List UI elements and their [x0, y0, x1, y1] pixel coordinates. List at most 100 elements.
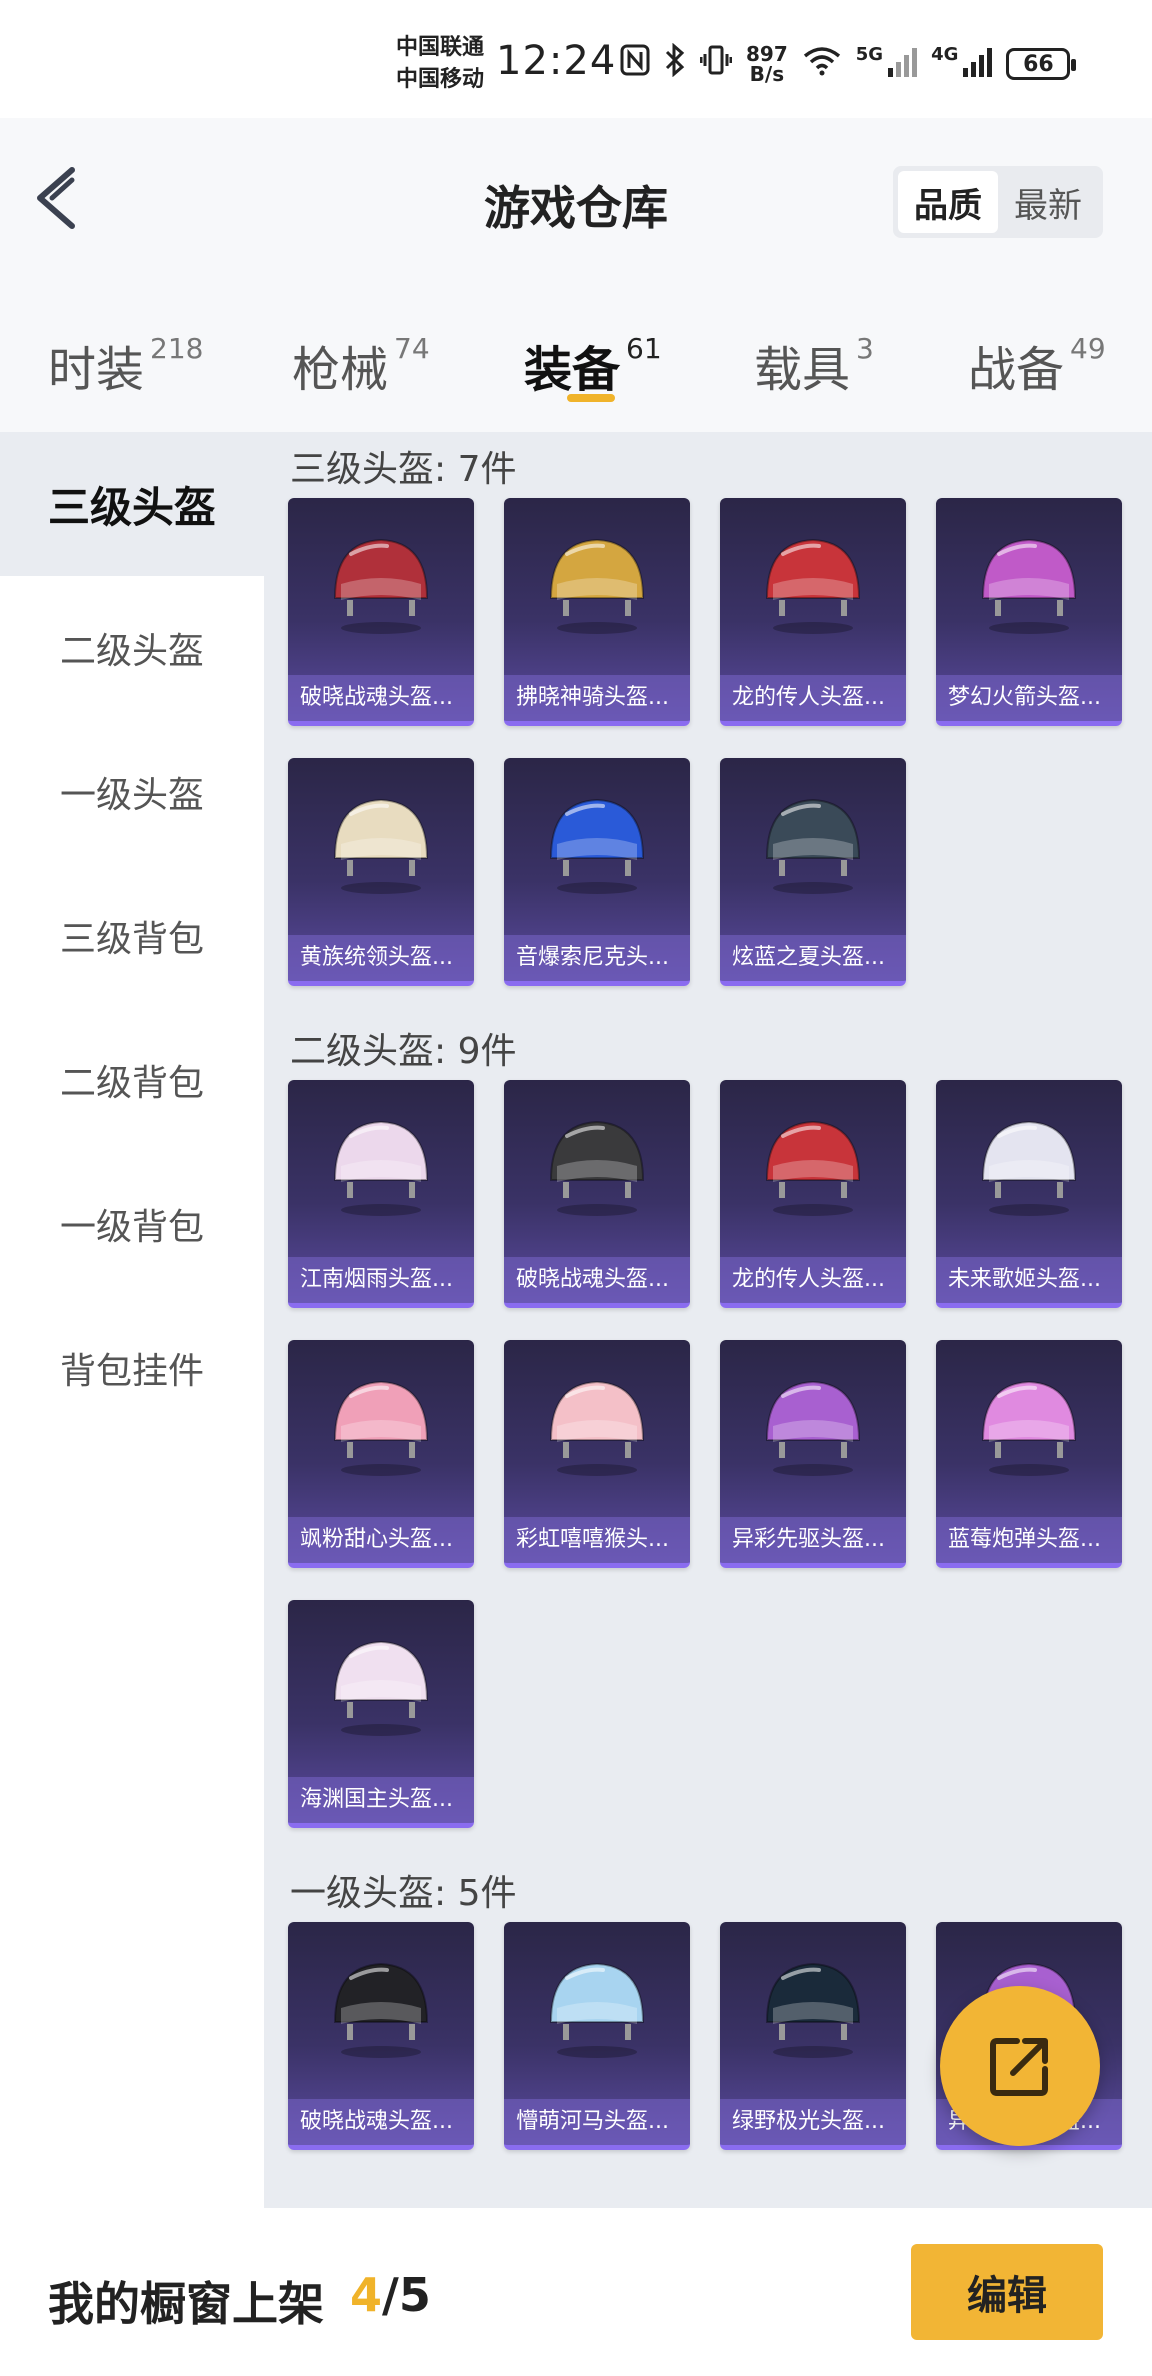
status-time: 12:24	[496, 38, 617, 84]
signal-4g-icon	[962, 46, 993, 82]
helmet-icon	[765, 1962, 861, 2058]
item-card[interactable]: 未来歌姬头盔...	[936, 1080, 1122, 1308]
tab-count: 49	[1070, 332, 1106, 365]
item-card[interactable]: 黄族统领头盔...	[288, 758, 474, 986]
item-name: 梦幻火箭头盔...	[936, 675, 1122, 721]
tab-label: 时装	[48, 342, 145, 398]
nfc-icon	[620, 44, 650, 84]
item-card[interactable]: 异彩先驱头盔...	[720, 1340, 906, 1568]
item-name: 破晓战魂头盔...	[288, 675, 474, 721]
item-name: 海渊国主头盔...	[288, 1777, 474, 1823]
item-name: 炫蓝之夏头盔...	[720, 935, 906, 981]
item-card[interactable]: 龙的传人头盔...	[720, 1080, 906, 1308]
item-card[interactable]: 破晓战魂头盔...	[288, 498, 474, 726]
sidebar-item-level2-helmet[interactable]: 二级头盔	[0, 576, 264, 720]
item-card[interactable]: 拂晓神骑头盔...	[504, 498, 690, 726]
helmet-icon	[765, 1120, 861, 1216]
net-speed: 897 B/s	[746, 44, 788, 84]
net-5g-label: 5G	[855, 44, 884, 65]
tab-label: 战备	[968, 342, 1065, 398]
item-card[interactable]: 破晓战魂头盔...	[288, 1922, 474, 2150]
tab-fashion[interactable]: 时装 218	[48, 330, 203, 400]
item-card[interactable]: 彩虹嘻嘻猴头...	[504, 1340, 690, 1568]
helmet-icon	[981, 1120, 1077, 1216]
item-card[interactable]: 龙的传人头盔...	[720, 498, 906, 726]
item-name: 黄族统领头盔...	[288, 935, 474, 981]
item-card[interactable]: 懵萌河马头盔...	[504, 1922, 690, 2150]
item-name: 江南烟雨头盔...	[288, 1257, 474, 1303]
sort-newest-button[interactable]: 最新	[998, 171, 1098, 233]
battery-indicator: 66	[1006, 48, 1077, 80]
tab-label: 载具	[754, 342, 851, 398]
item-card[interactable]: 绿野极光头盔...	[720, 1922, 906, 2150]
helmet-icon	[549, 1120, 645, 1216]
helmet-icon	[549, 1380, 645, 1476]
sidebar-item-level2-backpack[interactable]: 二级背包	[0, 1008, 264, 1152]
tab-label: 枪械	[292, 342, 389, 398]
tab-vehicles[interactable]: 载具 3	[754, 330, 874, 400]
item-name: 飒粉甜心头盔...	[288, 1517, 474, 1563]
helmet-icon	[333, 538, 429, 634]
edit-button[interactable]: 编辑	[911, 2244, 1103, 2340]
section-title: 二级头盔: 9件	[290, 1031, 517, 1072]
carrier-1: 中国联通	[396, 35, 485, 60]
sidebar-item-backpack-charm[interactable]: 背包挂件	[0, 1296, 264, 1440]
item-name: 绿野极光头盔...	[720, 2099, 906, 2145]
sidebar-item-level3-backpack[interactable]: 三级背包	[0, 864, 264, 1008]
carrier-2: 中国移动	[396, 67, 485, 92]
item-name: 龙的传人头盔...	[720, 1257, 906, 1303]
item-card[interactable]: 音爆索尼克头...	[504, 758, 690, 986]
helmet-icon	[549, 1962, 645, 2058]
item-name: 异彩先驱头盔...	[720, 1517, 906, 1563]
share-icon	[990, 2038, 1048, 2096]
showcase-count: 4/5	[350, 2268, 431, 2322]
item-card[interactable]: 破晓战魂头盔...	[504, 1080, 690, 1308]
tab-count: 74	[394, 332, 430, 365]
signal-5g-icon	[887, 46, 918, 82]
bluetooth-icon	[664, 42, 686, 85]
status-icons: 897 B/s 5G 4G 66	[620, 40, 1077, 88]
net-speed-unit: B/s	[749, 62, 785, 86]
tab-supplies[interactable]: 战备 49	[968, 330, 1106, 400]
bottom-bar: 我的橱窗上架 4/5 编辑	[0, 2208, 1152, 2376]
item-name: 未来歌姬头盔...	[936, 1257, 1122, 1303]
item-name: 蓝莓炮弹头盔...	[936, 1517, 1122, 1563]
sidebar: 三级头盔 二级头盔 一级头盔 三级背包 二级背包 一级背包 背包挂件	[0, 432, 264, 2208]
item-card[interactable]: 江南烟雨头盔...	[288, 1080, 474, 1308]
showcase-current: 4	[350, 2268, 383, 2322]
section-title: 一级头盔: 5件	[290, 1873, 517, 1914]
helmet-icon	[765, 1380, 861, 1476]
item-name: 龙的传人头盔...	[720, 675, 906, 721]
helmet-icon	[333, 1962, 429, 2058]
tab-count: 218	[150, 332, 204, 365]
helmet-icon	[333, 1120, 429, 1216]
showcase-total: /5	[382, 2268, 431, 2322]
item-grid: 三级头盔: 7件破晓战魂头盔... 拂晓神骑头盔... 龙的传人头盔... 梦幻火箭头…	[264, 432, 1152, 2208]
helmet-icon	[549, 538, 645, 634]
helmet-icon	[333, 1380, 429, 1476]
active-tab-indicator	[567, 394, 615, 402]
tab-count: 61	[626, 332, 662, 365]
helmet-icon	[333, 1640, 429, 1736]
sidebar-item-level1-helmet[interactable]: 一级头盔	[0, 720, 264, 864]
item-card[interactable]: 海渊国主头盔...	[288, 1600, 474, 1828]
item-name: 懵萌河马头盔...	[504, 2099, 690, 2145]
item-card[interactable]: 炫蓝之夏头盔...	[720, 758, 906, 986]
page-header: 游戏仓库 品质 最新	[0, 118, 1152, 290]
sidebar-item-level1-backpack[interactable]: 一级背包	[0, 1152, 264, 1296]
tab-guns[interactable]: 枪械 74	[292, 330, 430, 400]
item-name: 破晓战魂头盔...	[288, 2099, 474, 2145]
status-bar: 中国联通 中国移动 12:24 897 B/s 5G 4G 66	[0, 0, 1152, 118]
item-card[interactable]: 梦幻火箭头盔...	[936, 498, 1122, 726]
section-title: 三级头盔: 7件	[290, 449, 517, 490]
tab-equipment[interactable]: 装备 61	[524, 330, 662, 400]
sort-quality-button[interactable]: 品质	[898, 171, 998, 233]
tab-label: 装备	[524, 342, 621, 398]
showcase-label: 我的橱窗上架	[48, 2277, 324, 2331]
sidebar-item-level3-helmet[interactable]: 三级头盔	[0, 432, 264, 576]
helmet-icon	[981, 538, 1077, 634]
item-card[interactable]: 飒粉甜心头盔...	[288, 1340, 474, 1568]
helmet-icon	[765, 798, 861, 894]
share-button[interactable]	[940, 1986, 1100, 2146]
item-card[interactable]: 蓝莓炮弹头盔...	[936, 1340, 1122, 1568]
